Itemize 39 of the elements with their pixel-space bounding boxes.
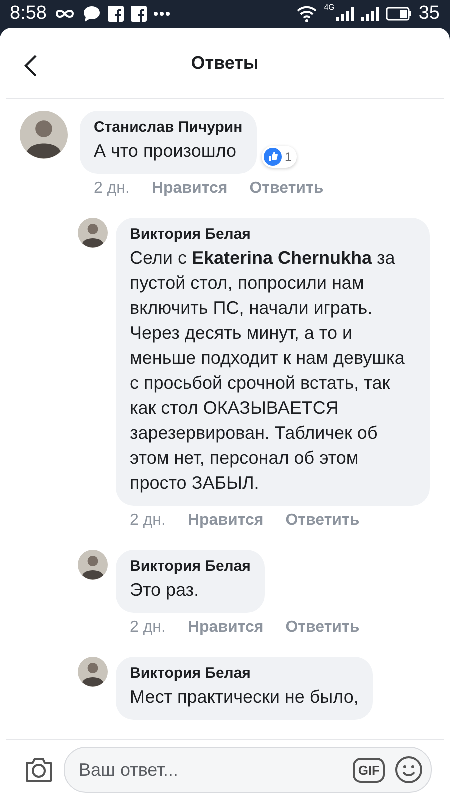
reply-field[interactable]: Ваш ответ... GIF bbox=[64, 747, 432, 793]
comment-text: Мест практически не было, bbox=[130, 686, 359, 709]
comment-time: 2 дн. bbox=[94, 180, 130, 198]
battery-level: 35 bbox=[418, 3, 440, 25]
comment-author: Виктория Белая bbox=[130, 226, 252, 243]
emoji-icon[interactable] bbox=[395, 756, 423, 784]
avatar-icon bbox=[78, 218, 108, 248]
comment-text: Это раз. bbox=[130, 579, 200, 602]
comment-author: Станислав Пичурин bbox=[94, 119, 243, 136]
avatar-icon bbox=[78, 657, 108, 687]
facebook-icon bbox=[130, 6, 147, 22]
like-button[interactable]: Нравится bbox=[188, 512, 264, 530]
comment-time: 2 дн. bbox=[130, 619, 166, 637]
comment-text: Сели с Ekaterina Chernukha за пустой стол, попросили нам включить ПС, начали играть. Через десять минут, а то и меньше подходит к нам девушка с просьбой срочной встать, так как стол ОКАЗЫВАЕТСЯ зарезервирован. Табличек об этом нет, персонал об этом просто ЗАБЫЛ. bbox=[130, 247, 406, 495]
comment-time: 2 дн. bbox=[130, 512, 166, 530]
comment-author: Виктория Белая bbox=[130, 665, 252, 682]
page-title: Ответы bbox=[191, 52, 259, 74]
infinity-icon bbox=[54, 8, 76, 20]
gif-button[interactable]: GIF bbox=[353, 758, 385, 782]
reply-button[interactable]: Ответить bbox=[286, 512, 360, 530]
network-type: 4G bbox=[324, 3, 335, 12]
reply-button[interactable]: Ответить bbox=[250, 180, 324, 198]
avatar-icon bbox=[20, 111, 68, 159]
wifi-icon bbox=[297, 6, 318, 22]
facebook-icon bbox=[108, 6, 124, 22]
reply-button[interactable]: Ответить bbox=[286, 619, 360, 637]
camera-icon[interactable] bbox=[24, 757, 54, 783]
like-button[interactable]: Нравится bbox=[188, 619, 264, 637]
avatar-icon bbox=[78, 550, 108, 580]
signal-icon bbox=[336, 7, 354, 21]
battery-icon bbox=[386, 7, 412, 21]
comment-text: А что произошло bbox=[94, 140, 238, 163]
more-icon bbox=[154, 12, 170, 16]
reaction-badge: 1 bbox=[262, 146, 297, 168]
chat-icon bbox=[82, 6, 101, 22]
signal-icon bbox=[360, 7, 379, 21]
comment-author: Виктория Белая bbox=[130, 558, 251, 575]
like-button[interactable]: Нравится bbox=[152, 180, 228, 198]
status-time: 8:58 bbox=[10, 3, 47, 25]
